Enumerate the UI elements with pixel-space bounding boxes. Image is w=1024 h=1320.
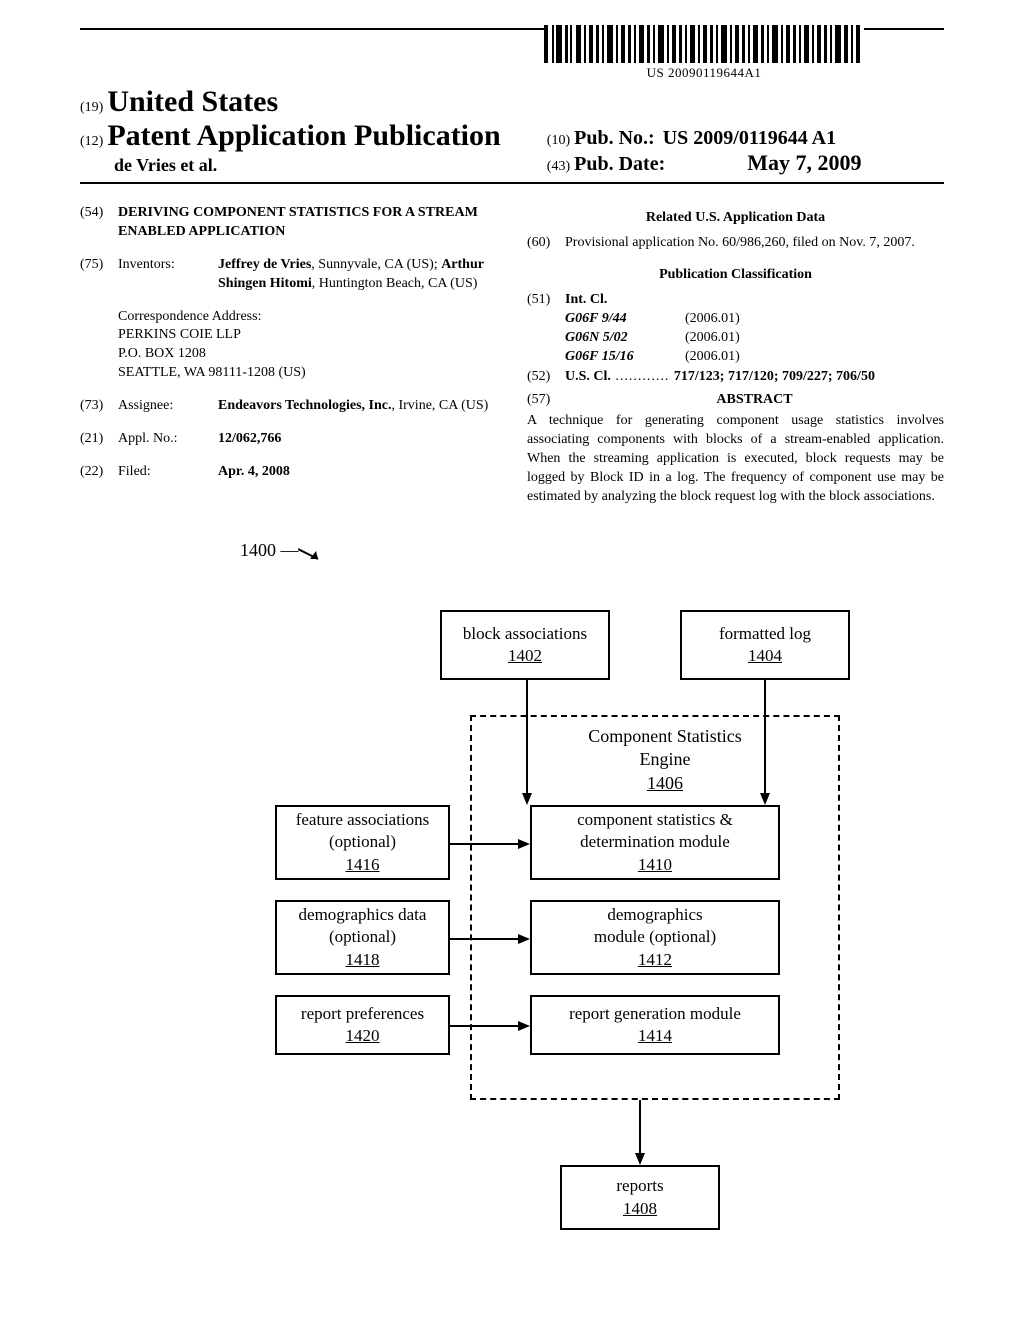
pubno-value: US 2009/0119644 A1 — [663, 127, 836, 149]
figure-ref: 1400 — — [240, 540, 299, 561]
inid-10: (10) — [547, 133, 570, 148]
barcode-stripes — [544, 25, 864, 63]
publication-type: Patent Application Publication — [107, 119, 500, 152]
country: United States — [107, 85, 278, 118]
pubdate-label: Pub. Date: — [574, 153, 665, 175]
correspondence-label: Correspondence Address: — [118, 308, 497, 327]
biblio-left: (54) DERIVING COMPONENT STATISTICS FOR A… — [80, 204, 497, 507]
arrow-icon — [633, 1100, 647, 1165]
inid-52: (52) — [527, 368, 565, 387]
arrow-icon — [450, 932, 530, 946]
engine-title: Component Statistics Engine 1406 — [565, 725, 765, 795]
related-heading: Related U.S. Application Data — [527, 210, 944, 226]
pubno-label: Pub. No.: — [574, 127, 655, 149]
box-formatted-log: formatted log 1404 — [680, 610, 850, 680]
header: (19) United States (12) Patent Applicati… — [80, 85, 944, 184]
correspondence-block: Correspondence Address: PERKINS COIE LLP… — [118, 308, 497, 384]
intcl-row: G06N 5/02(2006.01) — [565, 329, 944, 348]
correspondence-line: SEATTLE, WA 98111-1208 (US) — [118, 364, 497, 383]
inid-21: (21) — [80, 430, 118, 449]
arrow-icon — [520, 680, 534, 805]
inid-19: (19) — [80, 100, 103, 115]
inid-12: (12) — [80, 134, 103, 149]
author-line: de Vries et al. — [114, 155, 537, 176]
box-report-module: report generation module 1414 — [530, 995, 780, 1055]
arrow-icon — [450, 1019, 530, 1033]
arrow-icon — [758, 680, 772, 805]
inid-57: (57) — [527, 391, 565, 410]
intcl-row: G06F 15/16(2006.01) — [565, 348, 944, 367]
correspondence-line: PERKINS COIE LLP — [118, 326, 497, 345]
pubclass-heading: Publication Classification — [527, 267, 944, 283]
filed-label: Filed: — [118, 463, 218, 482]
assignee-label: Assignee: — [118, 397, 218, 416]
inventors-label: Inventors: — [118, 256, 218, 294]
filed-value: Apr. 4, 2008 — [218, 463, 497, 482]
box-reports: reports 1408 — [560, 1165, 720, 1230]
pubdate-value: May 7, 2009 — [747, 150, 861, 175]
box-demographics-data: demographics data (optional) 1418 — [275, 900, 450, 975]
box-report-preferences: report preferences 1420 — [275, 995, 450, 1055]
box-stats-module: component statistics & determination mod… — [530, 805, 780, 880]
uscl-line: U.S. Cl. ............ 717/123; 717/120; … — [565, 368, 944, 387]
abstract-heading: ABSTRACT — [565, 391, 944, 410]
barcode-text: US 20090119644A1 — [544, 65, 864, 81]
intcl-label: Int. Cl. — [565, 291, 944, 310]
arrow-icon — [298, 545, 328, 565]
barcode: US 20090119644A1 — [544, 25, 864, 81]
biblio-right: Related U.S. Application Data (60) Provi… — [527, 204, 944, 507]
applno-label: Appl. No.: — [118, 430, 218, 449]
inid-43: (43) — [547, 159, 570, 174]
provisional-text: Provisional application No. 60/986,260, … — [565, 234, 944, 253]
abstract-text: A technique for generating component usa… — [527, 412, 944, 506]
arrow-icon — [450, 837, 530, 851]
inid-75: (75) — [80, 256, 118, 294]
inid-60: (60) — [527, 234, 565, 253]
correspondence-line: P.O. BOX 1208 — [118, 345, 497, 364]
figure-1400: 1400 — block associations 1402 formatted… — [0, 505, 1024, 1245]
box-feature-associations: feature associations (optional) 1416 — [275, 805, 450, 880]
assignee-value: Endeavors Technologies, Inc., Irvine, CA… — [218, 397, 497, 416]
invention-title: DERIVING COMPONENT STATISTICS FOR A STRE… — [118, 204, 497, 242]
inid-73: (73) — [80, 397, 118, 416]
box-block-associations: block associations 1402 — [440, 610, 610, 680]
box-demographics-module: demographics module (optional) 1412 — [530, 900, 780, 975]
applno-value: 12/062,766 — [218, 430, 497, 449]
inid-22: (22) — [80, 463, 118, 482]
inid-54: (54) — [80, 204, 118, 242]
intcl-row: G06F 9/44(2006.01) — [565, 310, 944, 329]
inventors-value: Jeffrey de Vries, Sunnyvale, CA (US); Ar… — [218, 256, 497, 294]
inid-51: (51) — [527, 291, 565, 367]
